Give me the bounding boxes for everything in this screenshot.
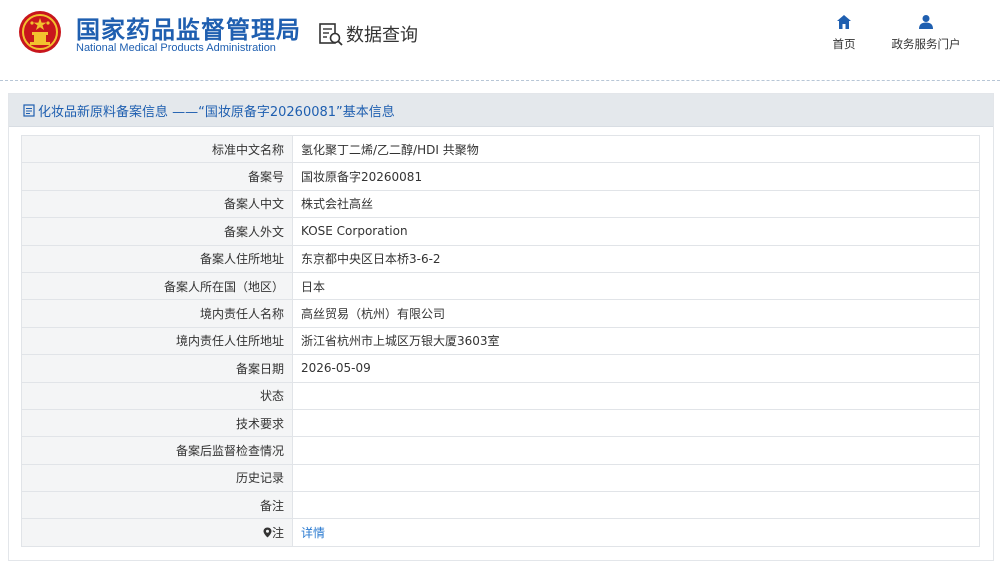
note-label: 注 [271,526,284,541]
row-label: 备案日期 [21,354,293,383]
row-value: 高丝贸易（杭州）有限公司 [292,299,980,328]
note-row: 注 详情 [21,518,980,547]
note-label-cell: 注 [21,518,293,547]
data-query-title: 数据查询 [318,19,418,49]
table-row: 备案人中文 株式会社高丝 [21,189,980,219]
row-label: 备案后监督检查情况 [21,436,293,465]
nav-service-portal[interactable]: 政务服务门户 [886,14,966,52]
table-row: 标准中文名称 氢化聚丁二烯/乙二醇/HDI 共聚物 [21,134,980,164]
row-value [292,491,980,520]
row-value: 国妆原备字20260081 [292,162,980,191]
panel-header: 化妆品新原料备案信息 ——“国妆原备字20260081”基本信息 [9,94,993,127]
document-search-icon [319,23,343,46]
table-row: 历史记录 [21,463,980,493]
row-label: 境内责任人住所地址 [21,326,293,356]
row-label: 备案人中文 [21,189,293,219]
row-value: 日本 [292,271,980,301]
nav-service-portal-label: 政务服务门户 [891,37,961,51]
row-value: 株式会社高丝 [292,189,980,219]
row-label: 备注 [21,491,293,520]
row-label: 备案人外文 [21,217,293,246]
table-row: 境内责任人名称 高丝贸易（杭州）有限公司 [21,299,980,328]
location-pin-icon [263,527,272,538]
national-emblem-icon[interactable] [18,10,62,54]
details-link[interactable]: 详情 [301,526,325,540]
row-label: 历史记录 [21,463,293,493]
table-row: 境内责任人住所地址 浙江省杭州市上城区万银大厦3603室 [21,326,980,356]
row-value: 东京都中央区日本桥3-6-2 [292,244,980,273]
table-row: 备案日期 2026-05-09 [21,354,980,383]
row-value: 2026-05-09 [292,354,980,383]
home-icon [837,15,851,29]
record-table: 标准中文名称 氢化聚丁二烯/乙二醇/HDI 共聚物 备案号 国妆原备字20260… [21,134,980,547]
row-value: 浙江省杭州市上城区万银大厦3603室 [292,326,980,356]
row-label: 备案人所在国（地区） [21,271,293,301]
site-name-en: National Medical Products Administration [76,42,276,54]
panel-title: 化妆品新原料备案信息 ——“国妆原备字20260081”基本信息 [38,104,395,120]
note-value-cell: 详情 [292,518,980,547]
user-icon [919,15,933,29]
row-value: KOSE Corporation [292,217,980,246]
table-row: 备案人外文 KOSE Corporation [21,217,980,246]
row-label: 技术要求 [21,408,293,438]
row-label: 标准中文名称 [21,134,293,164]
row-label: 备案号 [21,162,293,191]
table-row: 备案号 国妆原备字20260081 [21,162,980,191]
row-label: 备案人住所地址 [21,244,293,273]
table-row: 备案后监督检查情况 [21,436,980,465]
table-row: 备案人住所地址 东京都中央区日本桥3-6-2 [21,244,980,273]
row-label: 境内责任人名称 [21,299,293,328]
record-panel: 化妆品新原料备案信息 ——“国妆原备字20260081”基本信息 标准中文名称 … [8,93,994,561]
table-row: 状态 [21,381,980,410]
table-row: 备案人所在国（地区） 日本 [21,271,980,301]
row-label: 状态 [21,381,293,410]
document-icon [23,103,35,117]
site-header: 国家药品监督管理局 National Medical Products Admi… [0,0,1000,81]
nav-home[interactable]: 首页 [826,14,862,52]
nav-home-label: 首页 [832,37,856,51]
row-value [292,381,980,410]
table-row: 备注 [21,491,980,520]
row-value [292,436,980,465]
row-value: 氢化聚丁二烯/乙二醇/HDI 共聚物 [292,134,980,164]
table-row: 技术要求 [21,408,980,438]
data-query-label: 数据查询 [346,25,418,46]
site-name-cn: 国家药品监督管理局 [76,16,301,44]
row-value [292,408,980,438]
row-value [292,463,980,493]
